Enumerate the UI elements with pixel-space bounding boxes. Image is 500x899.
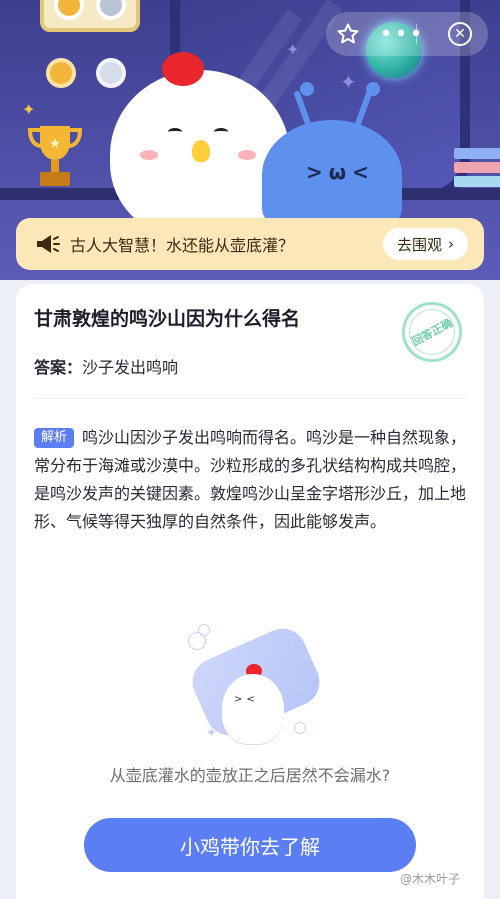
- books-illustration: [454, 148, 500, 190]
- explanation-block: 解析 鸣沙山因沙子发出鸣响而得名。鸣沙是一种自然现象，常分布于海滩或沙漠中。沙粒形…: [34, 424, 470, 536]
- correct-stamp-text: 回答正确: [409, 316, 455, 349]
- answer-value: 沙子发出鸣响: [82, 358, 179, 377]
- more-button[interactable]: •••: [380, 12, 424, 56]
- topic-banner[interactable]: 古人大智慧！水还能从壶底灌？ 去围观 ›: [16, 218, 484, 270]
- explanation-tag: 解析: [34, 428, 75, 448]
- answer-line: 答案：沙子发出鸣响: [34, 354, 178, 378]
- chevron-right-icon: ›: [448, 235, 454, 253]
- star-icon: [337, 23, 359, 44]
- mini-chick: [222, 674, 284, 744]
- chick-eye: [168, 128, 182, 136]
- divider: [34, 398, 466, 399]
- watch-button-label: 去围观: [396, 235, 442, 254]
- question-title: 甘肃敦煌的鸣沙山因为什么得名: [34, 308, 301, 330]
- explanation-text: 鸣沙山因沙子发出鸣响而得名。鸣沙是一种自然现象，常分布于海滩或沙漠中。沙粒形成的…: [34, 428, 467, 531]
- mini-chick-face: ><: [234, 694, 259, 705]
- favorite-button[interactable]: [326, 12, 370, 56]
- chick-comb: [162, 52, 204, 86]
- close-button[interactable]: ✕: [438, 12, 482, 56]
- sparkle-icon: ✦: [286, 40, 300, 59]
- answer-key: 答案：: [34, 358, 83, 377]
- alien-face: >ω<: [306, 160, 375, 184]
- topic-text: 古人大智慧！水还能从壶底灌？: [70, 236, 295, 255]
- chick-cheek: [238, 150, 256, 160]
- correct-stamp: 回答正确: [391, 291, 473, 373]
- trophy-icon: ★: [27, 126, 83, 186]
- medal-display-box: [40, 0, 140, 32]
- megaphone-icon: [34, 232, 60, 256]
- watermark: @木木叶子: [400, 872, 461, 886]
- sparkle-icon: ✦: [22, 100, 36, 119]
- answer-card: 甘肃敦煌的鸣沙山因为什么得名 答案：沙子发出鸣响 回答正确 解析 鸣沙山因沙子发出…: [16, 284, 484, 899]
- alien-antenna-tip: [300, 82, 314, 96]
- close-icon: ✕: [448, 22, 472, 46]
- capsule-divider: [416, 24, 417, 44]
- learn-more-button[interactable]: 小鸡带你去了解: [84, 818, 416, 872]
- svg-text:★: ★: [49, 136, 62, 152]
- chick-cheek: [140, 150, 158, 160]
- chick-beak: [192, 140, 210, 162]
- watch-button[interactable]: 去围观 ›: [382, 228, 468, 260]
- top-action-capsule: ••• ✕: [326, 12, 488, 56]
- sparkle-icon: ✦: [340, 70, 357, 94]
- more-dots-icon: •••: [379, 21, 425, 47]
- gold-medal-icon: [46, 58, 76, 88]
- silver-medal-icon: [96, 58, 126, 88]
- chick-eye: [214, 128, 228, 136]
- chick-illustration: ✦ ✦ ✦ ><: [184, 621, 328, 752]
- next-question-teaser: 从壶底灌水的壶放正之后居然不会漏水?: [109, 766, 391, 785]
- alien-antenna-tip: [366, 82, 380, 96]
